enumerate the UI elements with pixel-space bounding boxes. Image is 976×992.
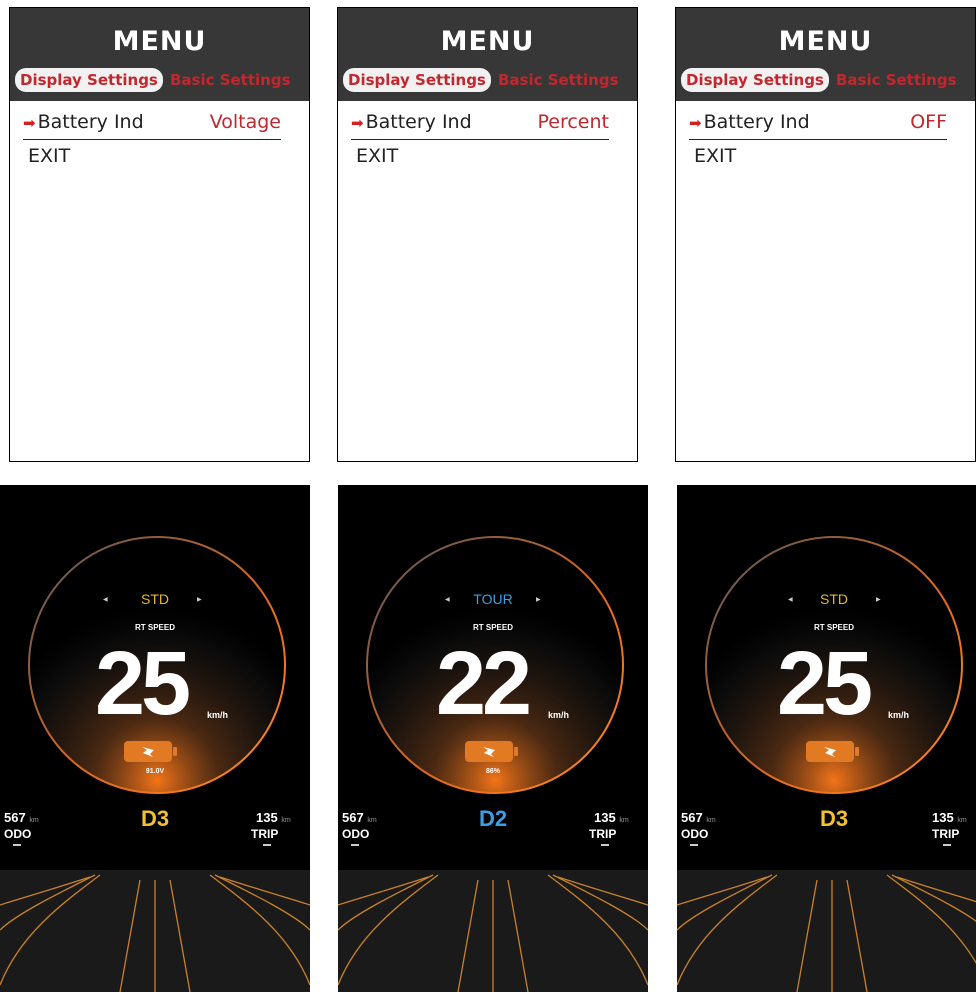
- speed-value: 25: [777, 634, 873, 734]
- battery-bolt-icon: [124, 741, 172, 762]
- menu-header: MENU Display Settings Basic Settings: [10, 8, 309, 101]
- trip-label[interactable]: TRIP: [932, 827, 959, 841]
- speed-value: 25: [95, 634, 191, 734]
- dashboard-background-graphic: [677, 536, 976, 992]
- menu-header: MENU Display Settings Basic Settings: [676, 8, 975, 101]
- speed-unit: km/h: [888, 710, 910, 720]
- menu-title: MENU: [440, 26, 535, 57]
- menu-item-label: Battery Ind: [365, 111, 472, 133]
- trip-label[interactable]: TRIP: [251, 827, 278, 841]
- battery-bolt-icon: [465, 741, 513, 762]
- menu-item-battery-ind[interactable]: ➡ Battery Ind Percent: [351, 111, 609, 140]
- menu-item-label: Battery Ind: [703, 111, 810, 133]
- mode-right-caret-icon[interactable]: ▶: [876, 596, 881, 603]
- right-arrow-icon: ➡: [23, 114, 36, 132]
- rt-speed-label: RT SPEED: [813, 623, 854, 632]
- trip-value: 135 km: [594, 810, 629, 825]
- menu-title: MENU: [112, 26, 207, 57]
- tab-row: Display Settings Basic Settings: [343, 68, 637, 94]
- speed-value: 22: [436, 634, 532, 734]
- rt-speed-label: RT SPEED: [134, 623, 175, 632]
- dashboard-voltage: ◀ STD ▶ RT SPEED 25 km/h 91.0V 567 km OD…: [0, 485, 310, 992]
- ride-mode[interactable]: STD: [0, 591, 310, 607]
- tab-display-settings[interactable]: Display Settings: [15, 68, 163, 92]
- tab-display-settings[interactable]: Display Settings: [681, 68, 829, 92]
- trip-value: 135 km: [256, 810, 291, 825]
- trip-value: 135 km: [932, 810, 967, 825]
- trip-indicator: [263, 844, 271, 846]
- tab-basic-settings[interactable]: Basic Settings: [834, 68, 959, 92]
- menu-item-value: Percent: [537, 111, 610, 133]
- menu-panel-percent: MENU Display Settings Basic Settings ➡ Ba…: [337, 7, 638, 462]
- menu-item-label: Battery Ind: [37, 111, 144, 133]
- speed-unit: km/h: [548, 710, 570, 720]
- battery-bolt-icon: [806, 741, 854, 762]
- tab-basic-settings[interactable]: Basic Settings: [168, 68, 293, 92]
- menu-item-exit[interactable]: EXIT: [28, 145, 281, 167]
- mode-right-caret-icon[interactable]: ▶: [197, 596, 202, 603]
- menu-item-exit[interactable]: EXIT: [694, 145, 947, 167]
- ride-mode[interactable]: STD: [677, 591, 976, 607]
- menu-item-value: Voltage: [209, 111, 281, 133]
- tab-basic-settings[interactable]: Basic Settings: [496, 68, 621, 92]
- dashboard-background-graphic: [338, 536, 648, 992]
- menu-item-exit[interactable]: EXIT: [356, 145, 609, 167]
- tab-row: Display Settings Basic Settings: [681, 68, 975, 94]
- odo-indicator: [351, 844, 359, 846]
- trip-indicator: [601, 844, 609, 846]
- tab-row: Display Settings Basic Settings: [15, 68, 309, 94]
- speed-unit: km/h: [207, 710, 229, 720]
- rt-speed-label: RT SPEED: [472, 623, 513, 632]
- menu-item-battery-ind[interactable]: ➡ Battery Ind Voltage: [23, 111, 281, 140]
- mode-right-caret-icon[interactable]: ▶: [536, 596, 541, 603]
- trip-label[interactable]: TRIP: [589, 827, 616, 841]
- dashboard-percent: ◀ TOUR ▶ RT SPEED 22 km/h 86% 567 km ODO…: [338, 485, 648, 992]
- menu-panel-off: MENU Display Settings Basic Settings ➡ Ba…: [675, 7, 976, 462]
- trip-indicator: [943, 844, 951, 846]
- menu-item-battery-ind[interactable]: ➡ Battery Ind OFF: [689, 111, 947, 140]
- right-arrow-icon: ➡: [689, 114, 702, 132]
- odo-indicator: [13, 844, 21, 846]
- tab-display-settings[interactable]: Display Settings: [343, 68, 491, 92]
- battery-tip: [855, 747, 859, 756]
- menu-item-value: OFF: [910, 111, 947, 133]
- dashboard-off: ◀ STD ▶ RT SPEED 25 km/h 567 km ODO D3 1…: [677, 485, 976, 992]
- menu-title: MENU: [778, 26, 873, 57]
- menu-header: MENU Display Settings Basic Settings: [338, 8, 637, 101]
- odo-indicator: [690, 844, 698, 846]
- menu-panel-voltage: MENU Display Settings Basic Settings ➡ Ba…: [9, 7, 310, 462]
- right-arrow-icon: ➡: [351, 114, 364, 132]
- battery-reading: 86%: [485, 768, 500, 775]
- battery-tip: [173, 747, 177, 756]
- dashboard-background-graphic: [0, 536, 310, 992]
- battery-reading: 91.0V: [145, 768, 165, 775]
- battery-tip: [514, 747, 518, 756]
- ride-mode[interactable]: TOUR: [338, 591, 648, 607]
